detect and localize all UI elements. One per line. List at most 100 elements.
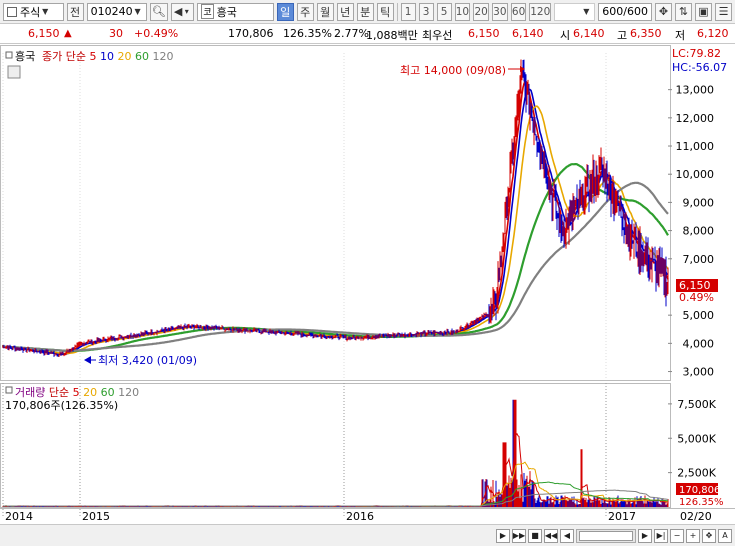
price-change-pct: +0.49%	[134, 27, 179, 40]
bottom-scroll-bar: ▶ ▶▶ ■ ◀◀ ◀ ▶ ▶| − + ✥ A	[0, 524, 735, 546]
prev-label: 전	[70, 5, 81, 19]
exchange-badge: 코	[201, 4, 214, 19]
ytick-label: 4,000	[683, 337, 715, 350]
current-price: 6,150	[28, 27, 60, 40]
xaxis-right-label: 02/20	[680, 510, 712, 523]
trade-amount: 1,088백만	[366, 29, 418, 42]
stock-code-input[interactable]: 010240 ▼	[86, 2, 147, 21]
table-icon[interactable]	[7, 65, 21, 79]
go-end-button[interactable]: ▶|	[654, 528, 668, 543]
ytick-label: 13,000	[676, 84, 715, 97]
save-button[interactable]: ▣	[695, 2, 712, 21]
zoom-out-button[interactable]: −	[670, 528, 684, 543]
step-back-button[interactable]: ◀	[560, 528, 574, 543]
current-pct-tag-text: 0.49%	[679, 291, 714, 304]
tab-minute[interactable]: 분	[356, 2, 374, 21]
count-display[interactable]: 600/600	[598, 2, 652, 21]
min-annotation: 최저 3,420 (01/09)	[98, 354, 197, 367]
interval-3-button[interactable]: 3	[418, 2, 434, 21]
tab-tick[interactable]: 틱	[376, 2, 394, 21]
interval-label: 120	[530, 5, 551, 18]
tab-month[interactable]: 월	[316, 2, 334, 21]
minus-icon: −	[673, 531, 681, 540]
ma-period-10: 10	[100, 50, 118, 63]
interval-10-button[interactable]: 10	[454, 2, 471, 21]
ytick-label: 11,000	[676, 140, 715, 153]
hc-value: HC:-56.07	[672, 61, 727, 74]
xaxis-label: 2014	[5, 510, 33, 523]
tab-day[interactable]: 일	[276, 2, 294, 21]
menu-icon: ☰	[718, 5, 729, 18]
crosshair-icon: ✥	[658, 5, 669, 18]
stock-chart[interactable]: 13,000 12,000 11,000 10,000 9,000 8,000 7,000 5…	[0, 45, 735, 524]
interval-label: 60	[511, 5, 526, 18]
page-right-button[interactable]: ▶	[638, 528, 652, 543]
interval-120-button[interactable]: 120	[529, 2, 551, 21]
chevron-right-icon: ▶	[641, 531, 649, 540]
search-button[interactable]: 🔍︎	[149, 2, 168, 21]
volume-ratio: 126.35%	[283, 27, 332, 40]
tab-week[interactable]: 주	[296, 2, 314, 21]
stop-icon: ■	[531, 531, 539, 540]
custom-interval-input[interactable]: ▼	[554, 2, 596, 21]
tab-tick-label: 틱	[380, 5, 391, 19]
interval-1-button[interactable]: 1	[400, 2, 416, 21]
chevron-down-icon: ▼	[42, 7, 49, 16]
auto-scale-button[interactable]: A	[718, 528, 732, 543]
scroll-thumb[interactable]	[579, 530, 633, 541]
interval-20-button[interactable]: 20	[473, 2, 489, 21]
volume-ma-period-20: 20	[83, 386, 101, 399]
grid-icon	[7, 6, 17, 17]
scroll-right-button[interactable]: ▶▶	[512, 528, 526, 543]
stop-button[interactable]: ■	[528, 528, 542, 543]
volume-value-text: 170,806주(126.35%)	[5, 399, 118, 412]
ma-period-5: 5	[89, 50, 100, 63]
market-type-select[interactable]: 주식 ▼	[3, 2, 64, 21]
settings-button[interactable]: ⇅	[675, 2, 692, 21]
auto-scale-icon: A	[722, 531, 728, 540]
current-volume-tag-text: 170,806	[679, 485, 720, 496]
current-volume-pct-text: 126.35%	[679, 497, 724, 508]
high-label: 고	[617, 29, 628, 42]
interval-label: 5	[440, 5, 448, 18]
interval-label: 10	[455, 5, 470, 18]
high-price: 6,350	[630, 27, 662, 40]
stock-name-field[interactable]: 코 흥국	[197, 2, 274, 21]
interval-60-button[interactable]: 60	[510, 2, 527, 21]
chart-area[interactable]: 13,000 12,000 11,000 10,000 9,000 8,000 7,000 5…	[0, 45, 735, 524]
interval-30-button[interactable]: 30	[492, 2, 508, 21]
rewind-button[interactable]: ◀◀	[544, 528, 558, 543]
ytick-label: 12,000	[676, 112, 715, 125]
ma-period-120: 120	[152, 50, 173, 63]
tab-minute-label: 분	[360, 5, 371, 19]
price-change: 30	[109, 27, 123, 40]
pan-button[interactable]: ✥	[702, 528, 716, 543]
max-annotation: 최고 14,000 (09/08)	[400, 64, 506, 77]
tab-week-label: 주	[300, 5, 311, 19]
volume-yaxis: 7,500K 5,000K 2,500K	[668, 398, 717, 480]
open-label: 시	[560, 29, 571, 42]
xaxis-label: 2017	[608, 510, 636, 523]
tab-month-label: 월	[320, 5, 331, 19]
tab-year[interactable]: 년	[336, 2, 354, 21]
step-back-icon: ◀	[563, 531, 571, 540]
fast-forward-icon: ▶▶	[512, 531, 526, 540]
chevron-down-icon: ▼	[134, 7, 141, 16]
prev-button[interactable]: 전	[66, 2, 84, 21]
menu-button[interactable]: ☰	[715, 2, 732, 21]
interval-5-button[interactable]: 5	[436, 2, 452, 21]
low-price: 6,120	[697, 27, 729, 40]
volume-title: 거래량	[15, 386, 49, 399]
vtick-label: 5,000K	[677, 432, 716, 445]
sound-button[interactable]: ◀︎ ▾	[170, 2, 195, 21]
ma-period-60: 60	[135, 50, 153, 63]
ytick-label: 7,000	[683, 253, 715, 266]
scroll-track[interactable]	[576, 528, 636, 543]
zoom-in-button[interactable]: +	[686, 528, 700, 543]
crosshair-button[interactable]: ✥	[655, 2, 672, 21]
open-price: 6,140	[573, 27, 605, 40]
scroll-left-button[interactable]: ▶	[496, 528, 510, 543]
up-arrow-icon: ▲	[64, 28, 72, 39]
interval-label: 20	[474, 5, 488, 18]
ytick-label: 5,000	[683, 309, 715, 322]
